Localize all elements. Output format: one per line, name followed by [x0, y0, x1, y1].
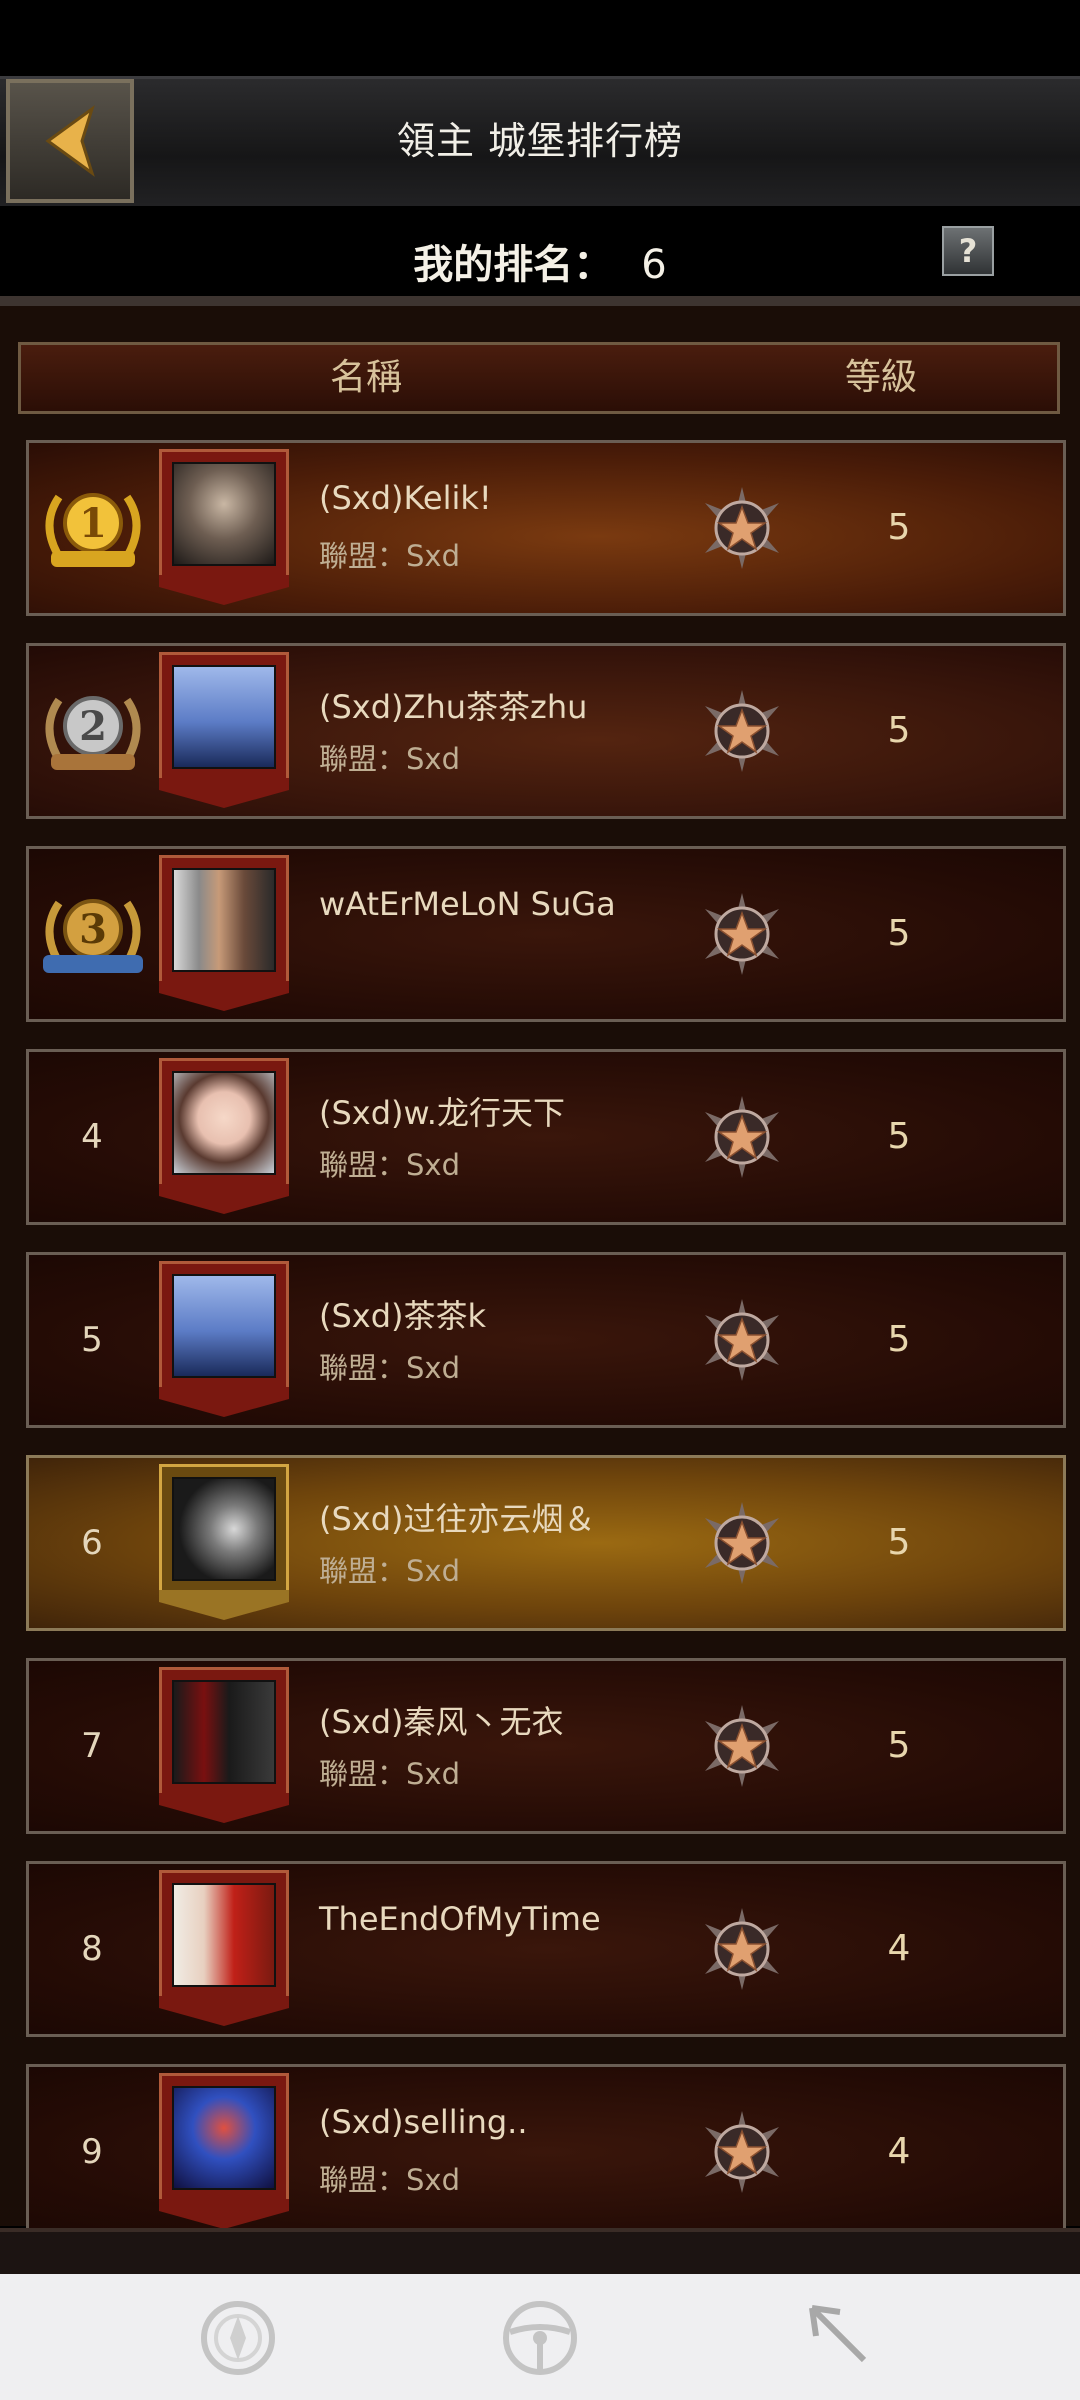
alliance-label: 聯盟：Sxd [319, 2163, 460, 2197]
svg-text:2: 2 [79, 703, 107, 750]
rank-number: 5 [81, 1320, 103, 1360]
avatar [159, 1058, 289, 1218]
avatar [159, 1667, 289, 1827]
alliance-label: 聯盟：Sxd [319, 1757, 460, 1791]
ranking-row[interactable]: 8 TheEndOfMyTime 4 [26, 1861, 1066, 2037]
star-badge-icon [705, 893, 779, 975]
player-name: (Sxd)Zhu茶茶zhu [319, 688, 588, 726]
bronze-medal-icon: 3 [43, 899, 143, 973]
player-name: TheEndOfMyTime [319, 1900, 601, 1938]
star-badge-icon [705, 1096, 779, 1178]
my-rank-label: 我的排名： [413, 242, 614, 288]
rank-number: 6 [81, 1523, 103, 1563]
my-rank-value: 6 [641, 242, 667, 288]
player-name: (Sxd)selling.. [319, 2103, 528, 2141]
steering-wheel-icon[interactable] [498, 2296, 582, 2380]
cursor-arrow-icon[interactable] [800, 2296, 884, 2380]
level-value: 5 [887, 913, 911, 954]
gold-medal-icon: 1 [45, 493, 141, 567]
svg-text:1: 1 [79, 500, 107, 547]
alliance-label: 聯盟：Sxd [319, 1148, 460, 1182]
avatar [159, 652, 289, 812]
panel-bottom-edge [0, 2228, 1080, 2278]
rank-number: 7 [81, 1726, 103, 1766]
header: 領主 城堡排行榜 [0, 76, 1080, 212]
alliance-label: 聯盟：Sxd [319, 1554, 460, 1588]
ranking-row[interactable]: 1 (Sxd)Kelik! 聯盟：Sxd 5 [26, 440, 1066, 616]
alliance-label: 聯盟：Sxd [319, 742, 460, 776]
player-name: (Sxd)秦风丶无衣 [319, 1703, 564, 1741]
navigation-bar [0, 2274, 1080, 2400]
my-rank-bar: 我的排名： 6 [0, 206, 1080, 302]
help-button[interactable]: ? [942, 226, 994, 276]
level-value: 5 [887, 710, 911, 751]
level-value: 5 [887, 1725, 911, 1766]
ranking-row[interactable]: 7 (Sxd)秦风丶无衣 聯盟：Sxd 5 [26, 1658, 1066, 1834]
avatar [159, 1870, 289, 2030]
avatar [159, 2073, 289, 2233]
ranking-row[interactable]: 4 (Sxd)w.龙行天下 聯盟：Sxd 5 [26, 1049, 1066, 1225]
page-title: 領主 城堡排行榜 [396, 119, 684, 163]
player-name: (Sxd)Kelik! [319, 479, 492, 517]
status-bar [0, 0, 1080, 76]
ranking-row[interactable]: 3 wAtErMeLoN SuGa 5 [26, 846, 1066, 1022]
silver-medal-icon: 2 [45, 696, 141, 770]
level-value: 4 [887, 1928, 911, 1969]
level-value: 4 [887, 2131, 911, 2172]
ranking-row-mine[interactable]: 6 (Sxd)过往亦云烟＆ 聯盟：Sxd 5 [26, 1455, 1066, 1631]
alliance-label: 聯盟：Sxd [319, 1351, 460, 1385]
column-name: 名稱 [329, 357, 402, 398]
svg-text:3: 3 [79, 906, 107, 953]
star-badge-icon [705, 487, 779, 569]
star-badge-icon [705, 1908, 779, 1990]
player-name: (Sxd)茶茶k [319, 1297, 487, 1335]
column-level: 等級 [844, 357, 917, 398]
star-badge-icon [705, 1705, 779, 1787]
player-name: (Sxd)过往亦云烟＆ [319, 1500, 596, 1538]
ranking-row[interactable]: 9 (Sxd)selling.. 聯盟：Sxd 4 [26, 2064, 1066, 2240]
rank-number: 4 [81, 1117, 103, 1157]
player-name: (Sxd)w.龙行天下 [319, 1094, 565, 1132]
rank-number: 9 [81, 2132, 103, 2172]
star-badge-icon [705, 1299, 779, 1381]
my-rank: 我的排名： 6 [0, 232, 1080, 290]
level-value: 5 [887, 1522, 911, 1563]
avatar [159, 855, 289, 1015]
star-badge-icon [705, 1502, 779, 1584]
ranking-row[interactable]: 5 (Sxd)茶茶k 聯盟：Sxd 5 [26, 1252, 1066, 1428]
star-badge-icon [705, 690, 779, 772]
level-value: 5 [887, 1319, 911, 1360]
player-name: wAtErMeLoN SuGa [319, 885, 616, 923]
avatar [159, 1261, 289, 1421]
level-value: 5 [887, 507, 911, 548]
rank-number: 8 [81, 1929, 103, 1969]
ranking-row[interactable]: 2 (Sxd)Zhu茶茶zhu 聯盟：Sxd 5 [26, 643, 1066, 819]
star-badge-icon [705, 2111, 779, 2193]
avatar [159, 449, 289, 609]
alliance-label: 聯盟：Sxd [319, 539, 460, 573]
aperture-icon[interactable] [196, 2296, 280, 2380]
column-header: 名稱 等級 [18, 342, 1060, 414]
avatar [159, 1464, 289, 1624]
level-value: 5 [887, 1116, 911, 1157]
